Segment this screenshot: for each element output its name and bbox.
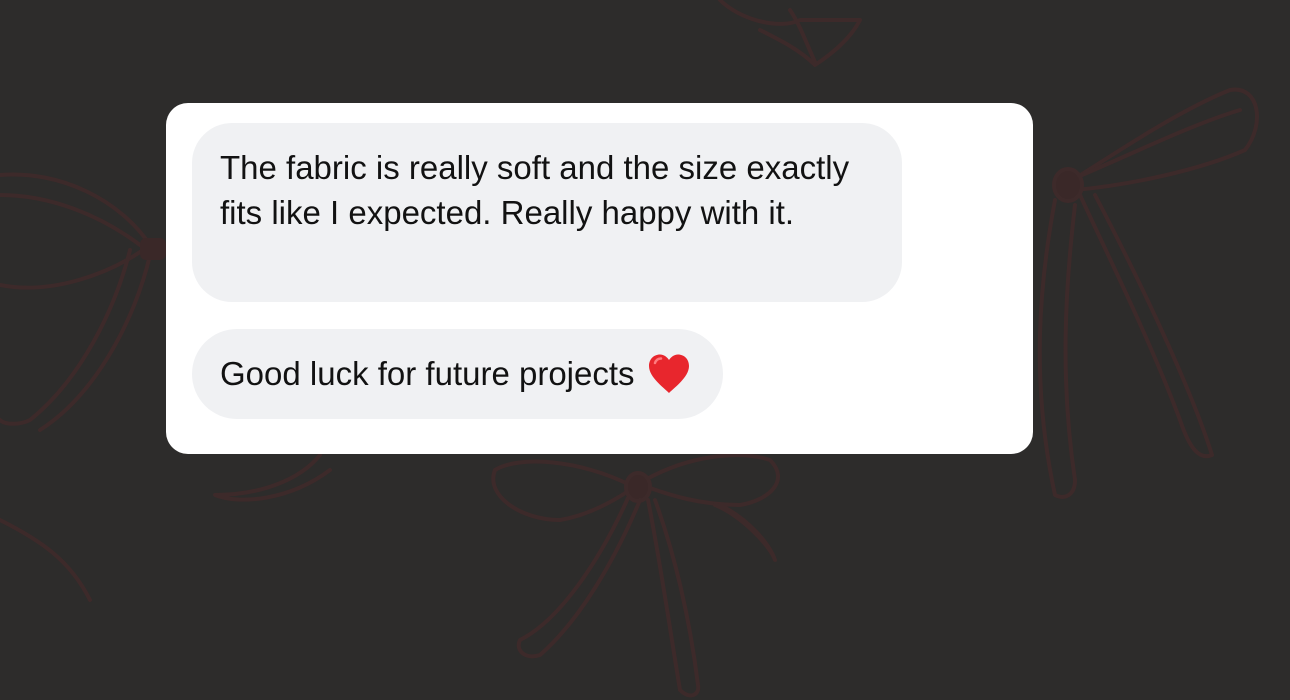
message-bubble[interactable]: The fabric is really soft and the size e… [192,123,902,302]
message-card: The fabric is really soft and the size e… [166,103,1033,454]
ribbon-tails-left [0,453,332,602]
bow-left [0,172,166,432]
red-heart-icon [648,354,689,393]
bow-bottom [491,453,781,698]
bow-right [1037,87,1259,499]
message-text: Good luck for future projects [220,355,635,392]
message-bubble[interactable]: Good luck for future projects [192,329,723,419]
bow-top [718,0,862,67]
message-text: The fabric is really soft and the size e… [220,149,850,231]
